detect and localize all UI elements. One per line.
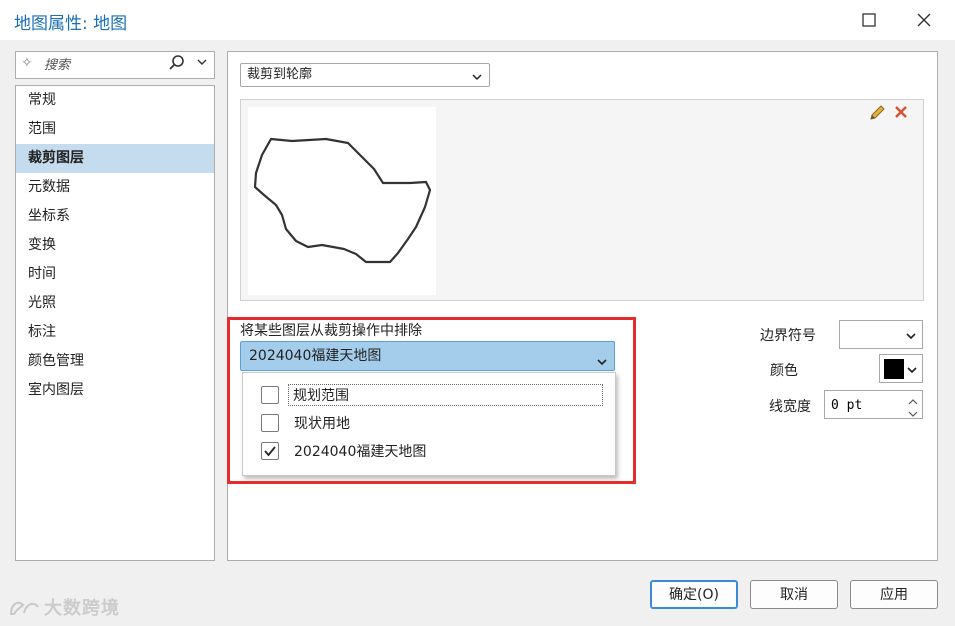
edit-pencil-icon[interactable] bbox=[868, 104, 886, 126]
title-bar: 地图属性: 地图 bbox=[0, 0, 955, 40]
checkbox-planning-extent[interactable] bbox=[261, 386, 279, 404]
exclude-layers-value: 2024040福建天地图 bbox=[249, 348, 382, 364]
chevron-down-icon bbox=[905, 330, 917, 346]
delete-icon[interactable] bbox=[894, 105, 908, 123]
color-picker[interactable] bbox=[879, 354, 923, 383]
exclude-layers-dropdown: 规划范围 现状用地 2024040福建天地图 bbox=[242, 372, 616, 476]
checkbox-current-land-use[interactable] bbox=[261, 414, 279, 432]
border-symbol-picker[interactable] bbox=[839, 320, 923, 349]
clip-outline-thumbnail bbox=[248, 107, 436, 295]
search-input[interactable] bbox=[42, 55, 172, 75]
line-width-spinner[interactable] bbox=[824, 390, 923, 419]
watermark-logo-icon bbox=[8, 596, 42, 622]
sidebar-item-clip-layers[interactable]: 裁剪图层 bbox=[16, 144, 214, 173]
color-label: 颜色 bbox=[770, 363, 798, 379]
maximize-button[interactable] bbox=[854, 6, 884, 34]
clip-shape-preview bbox=[240, 99, 924, 301]
option-label: 现状用地 bbox=[294, 416, 350, 432]
checkbox-tianditu[interactable] bbox=[261, 442, 279, 460]
ok-button[interactable]: 确定(O) bbox=[650, 580, 738, 609]
exclude-layers-label: 将某些图层从裁剪操作中排除 bbox=[240, 323, 422, 339]
close-icon bbox=[917, 13, 931, 27]
clip-outline-shape bbox=[253, 137, 432, 264]
sidebar-item-extent[interactable]: 范围 bbox=[16, 115, 214, 144]
line-width-input[interactable] bbox=[829, 395, 901, 415]
sidebar-item-metadata[interactable]: 元数据 bbox=[16, 173, 214, 202]
sidebar-item-general[interactable]: 常规 bbox=[16, 86, 214, 115]
sidebar-item-indoor-layers[interactable]: 室内图层 bbox=[16, 376, 214, 405]
sidebar-item-transformation[interactable]: 变换 bbox=[16, 231, 214, 260]
close-button[interactable] bbox=[909, 6, 939, 34]
maximize-icon bbox=[862, 13, 876, 27]
sidebar-item-color-management[interactable]: 颜色管理 bbox=[16, 347, 214, 376]
border-symbol-label: 边界符号 bbox=[760, 328, 816, 344]
chevron-down-icon bbox=[906, 364, 918, 380]
checkmark-icon bbox=[264, 446, 276, 457]
spin-down-icon[interactable] bbox=[908, 406, 918, 422]
clip-mode-value: 裁剪到轮廓 bbox=[247, 67, 313, 82]
sidebar-item-illumination[interactable]: 光照 bbox=[16, 289, 214, 318]
search-box[interactable]: ✧ bbox=[15, 51, 215, 79]
line-width-label: 线宽度 bbox=[769, 399, 811, 415]
sidebar-nav: 常规 范围 裁剪图层 元数据 坐标系 变换 时间 光照 标注 颜色管理 室内图层 bbox=[15, 85, 215, 561]
sidebar-item-labels[interactable]: 标注 bbox=[16, 318, 214, 347]
cancel-button[interactable]: 取消 bbox=[750, 580, 838, 609]
chevron-down-icon bbox=[471, 69, 483, 91]
option-label: 2024040福建天地图 bbox=[294, 444, 427, 460]
color-swatch bbox=[884, 359, 904, 379]
exclude-layers-combo[interactable]: 2024040福建天地图 bbox=[240, 341, 615, 371]
sidebar-item-time[interactable]: 时间 bbox=[16, 260, 214, 289]
search-icon[interactable] bbox=[168, 54, 186, 76]
clip-mode-select[interactable]: 裁剪到轮廓 bbox=[240, 63, 490, 87]
option-label: 规划范围 bbox=[288, 384, 603, 406]
chevron-down-icon[interactable] bbox=[196, 56, 208, 72]
window-title: 地图属性: 地图 bbox=[14, 14, 128, 34]
sparkle-icon: ✧ bbox=[21, 55, 33, 71]
apply-button[interactable]: 应用 bbox=[850, 580, 938, 609]
sidebar-item-coordinate-system[interactable]: 坐标系 bbox=[16, 202, 214, 231]
watermark-text: 大数跨境 bbox=[44, 598, 120, 619]
